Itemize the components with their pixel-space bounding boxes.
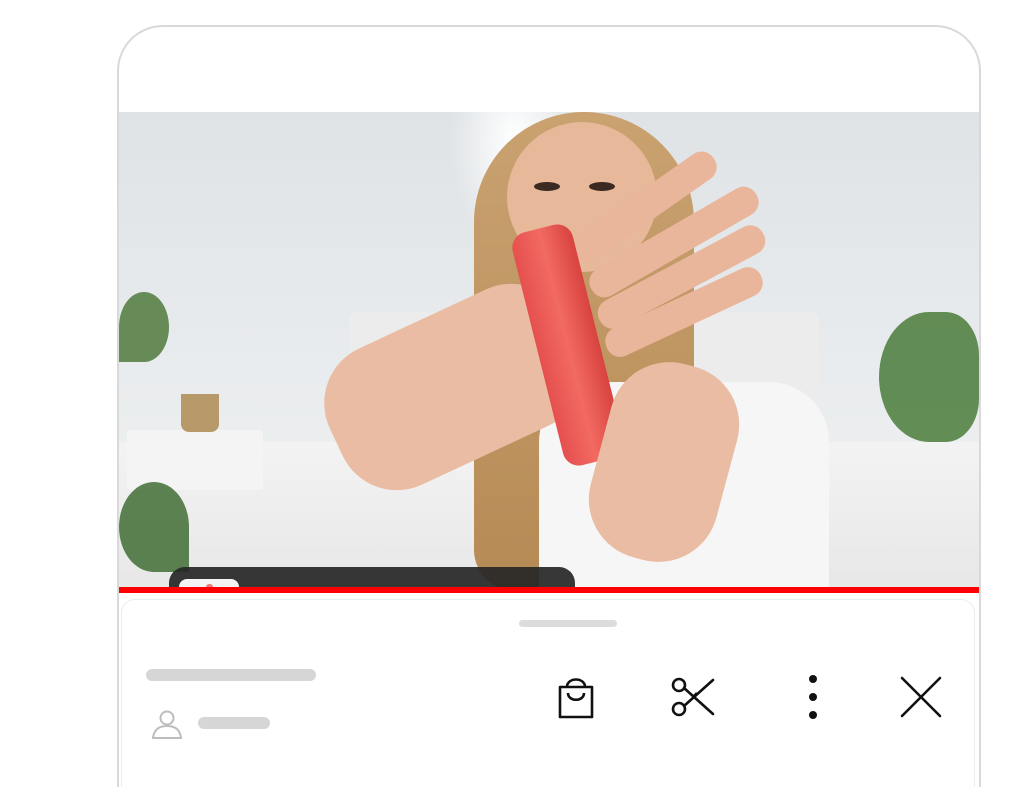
- video-title-placeholder: [146, 669, 316, 681]
- channel-name-placeholder: [198, 717, 270, 729]
- clip-button[interactable]: [669, 672, 719, 722]
- plant-right: [879, 312, 979, 442]
- shopping-bag-icon: [551, 672, 601, 722]
- shop-button[interactable]: [551, 672, 601, 722]
- close-icon: [896, 672, 946, 722]
- close-button[interactable]: [896, 672, 946, 722]
- nightstand: [127, 430, 263, 490]
- video-progress-bar[interactable]: [119, 587, 979, 593]
- scissors-icon: [669, 672, 719, 722]
- video-player[interactable]: [119, 112, 979, 590]
- phone-frame: [117, 25, 981, 787]
- eye-right: [589, 182, 615, 191]
- person-icon: [150, 707, 184, 741]
- sheet-drag-handle[interactable]: [519, 620, 617, 627]
- plant-pot: [181, 394, 219, 432]
- plant-leaves-left: [119, 292, 169, 362]
- plant-leaves-left-bottom: [119, 482, 189, 572]
- more-vertical-icon: [788, 672, 838, 722]
- more-options-button[interactable]: [788, 672, 838, 722]
- eye-left: [534, 182, 560, 191]
